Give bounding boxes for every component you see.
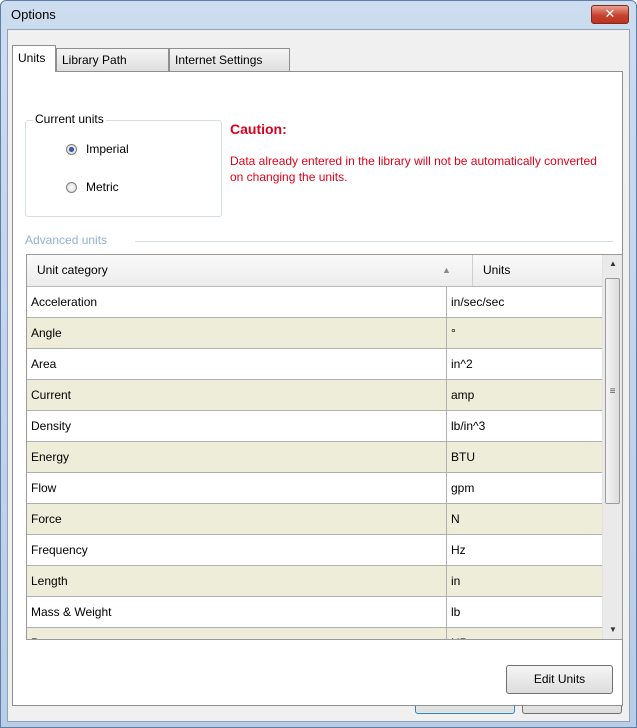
table-row[interactable]: Density lb/in^3 xyxy=(27,411,602,442)
units-cell[interactable]: BTU xyxy=(447,442,602,472)
chevron-down-icon: ▼ xyxy=(609,625,617,634)
grid-vertical-scrollbar[interactable]: ▲ ≡ ▼ xyxy=(602,255,622,639)
column-header-unit-category-label: Unit category xyxy=(37,263,108,277)
caution-title: Caution: xyxy=(230,121,287,137)
tab-library-path-label: Library Path xyxy=(62,53,127,67)
unit-category-cell[interactable]: Area xyxy=(27,349,447,379)
column-header-units-label: Units xyxy=(483,263,511,277)
window-title: Options xyxy=(11,7,56,22)
table-row[interactable]: Force N xyxy=(27,504,602,535)
tab-internet-settings[interactable]: Internet Settings xyxy=(169,48,290,71)
scroll-down-button[interactable]: ▼ xyxy=(603,621,622,639)
table-row[interactable]: Acceleration in/sec/sec xyxy=(27,287,602,318)
dialog-client-area: Units Library Path Internet Settings Cur… xyxy=(7,29,630,722)
table-row[interactable]: PowerHP xyxy=(27,628,602,639)
radio-checked-icon xyxy=(66,144,77,155)
scroll-up-button[interactable]: ▲ xyxy=(603,255,622,273)
unit-category-cell[interactable]: Length xyxy=(27,566,447,596)
units-cell[interactable]: gpm xyxy=(447,473,602,503)
options-dialog: Options ✕ Units Library Path Internet Se… xyxy=(0,0,637,728)
units-cell[interactable]: lb xyxy=(447,597,602,627)
unit-category-cell[interactable]: Density xyxy=(27,411,447,441)
grid-header: Unit category ▲ Units xyxy=(27,255,602,287)
metric-label: Metric xyxy=(86,180,119,194)
table-row[interactable]: Length in xyxy=(27,566,602,597)
advanced-units-grid: Unit category ▲ Units Acceleration in/sec… xyxy=(26,254,623,640)
units-cell[interactable]: in^2 xyxy=(447,349,602,379)
table-row[interactable]: Frequency Hz xyxy=(27,535,602,566)
units-cell[interactable]: in/sec/sec xyxy=(447,287,602,317)
caution-message: Data already entered in the library will… xyxy=(230,154,597,184)
units-cell[interactable]: Hz xyxy=(447,535,602,565)
unit-category-cell[interactable]: Flow xyxy=(27,473,447,503)
close-icon: ✕ xyxy=(604,6,616,21)
table-row[interactable]: Mass & Weight lb xyxy=(27,597,602,628)
table-row[interactable]: Area in^2 xyxy=(27,349,602,380)
column-header-unit-category[interactable]: Unit category ▲ xyxy=(27,255,473,286)
table-row[interactable]: Current amp xyxy=(27,380,602,411)
scroll-thumb[interactable]: ≡ xyxy=(605,278,620,504)
unit-category-cell[interactable]: Frequency xyxy=(27,535,447,565)
table-row[interactable]: Flow gpm xyxy=(27,473,602,504)
table-row[interactable]: Energy BTU xyxy=(27,442,602,473)
tab-library-path[interactable]: Library Path xyxy=(56,48,169,71)
unit-category-cell[interactable]: Current xyxy=(27,380,447,410)
units-cell[interactable]: N xyxy=(447,504,602,534)
imperial-label: Imperial xyxy=(86,142,129,156)
advanced-units-divider xyxy=(135,241,613,242)
units-cell[interactable]: ° xyxy=(447,318,602,348)
close-button[interactable]: ✕ xyxy=(591,5,629,24)
tab-internet-settings-label: Internet Settings xyxy=(175,53,263,67)
unit-category-cell[interactable]: Force xyxy=(27,504,447,534)
current-units-legend: Current units xyxy=(33,112,106,126)
tab-units[interactable]: Units xyxy=(12,45,56,72)
advanced-units-legend: Advanced units xyxy=(25,233,108,247)
title-bar[interactable]: Options ✕ xyxy=(1,1,636,29)
column-header-units[interactable]: Units xyxy=(473,255,602,286)
unit-category-cell[interactable]: Mass & Weight xyxy=(27,597,447,627)
current-units-group: Current units Imperial Metric xyxy=(25,112,222,217)
units-cell[interactable]: amp xyxy=(447,380,602,410)
chevron-up-icon: ▲ xyxy=(609,259,617,268)
unit-category-cell[interactable]: Power xyxy=(27,628,447,639)
grip-icon: ≡ xyxy=(609,386,616,397)
sort-ascending-icon: ▲ xyxy=(442,265,451,275)
table-row[interactable]: Angle ° xyxy=(27,318,602,349)
metric-radio[interactable]: Metric xyxy=(66,180,119,194)
unit-category-cell[interactable]: Acceleration xyxy=(27,287,447,317)
units-cell[interactable]: in xyxy=(447,566,602,596)
units-cell[interactable]: lb/in^3 xyxy=(447,411,602,441)
tab-units-label: Units xyxy=(18,51,46,65)
imperial-radio[interactable]: Imperial xyxy=(66,142,129,156)
units-cell[interactable]: HP xyxy=(447,628,602,639)
unit-category-cell[interactable]: Energy xyxy=(27,442,447,472)
radio-unchecked-icon xyxy=(66,182,77,193)
grid-rows: Acceleration in/sec/sec Angle ° Area in^2 C… xyxy=(27,287,602,639)
edit-units-button[interactable]: Edit Units xyxy=(506,665,613,694)
units-tab-panel: Current units Imperial Metric Caution: D… xyxy=(12,71,623,706)
unit-category-cell[interactable]: Angle xyxy=(27,318,447,348)
